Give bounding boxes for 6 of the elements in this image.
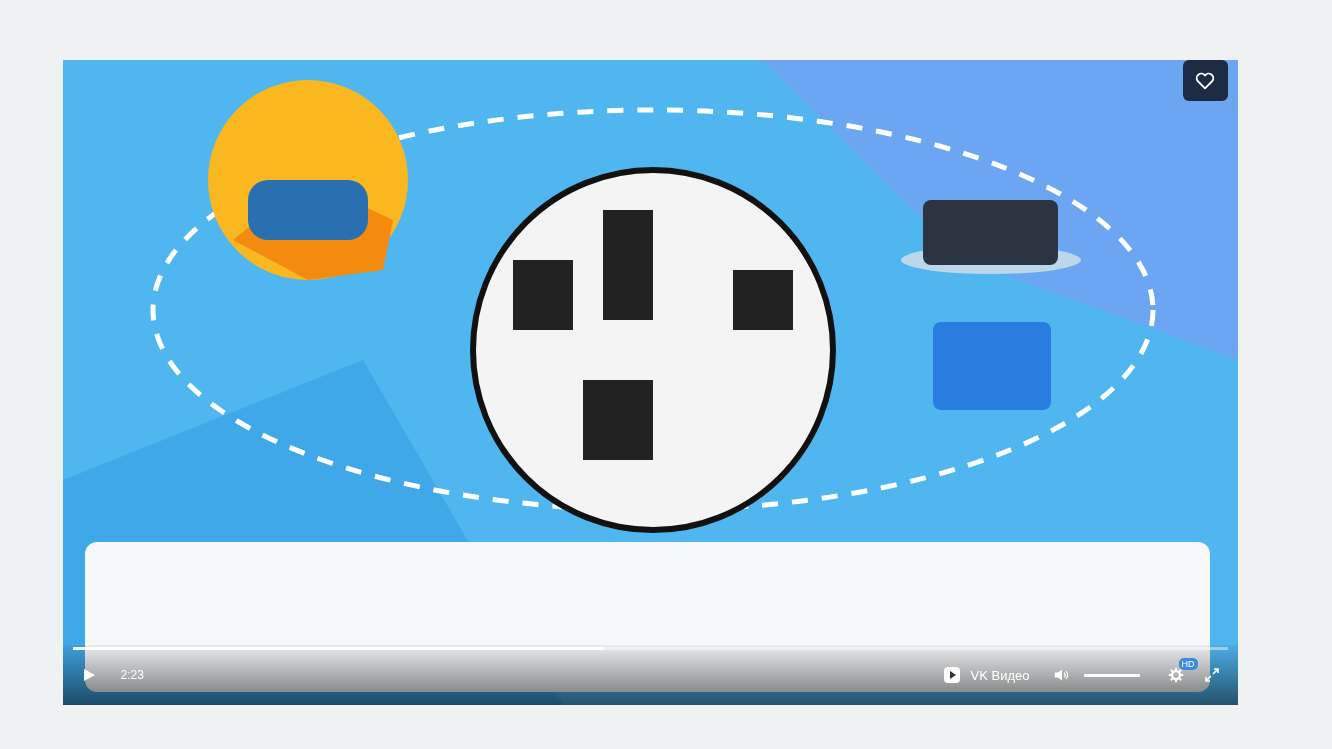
brand-label[interactable]: VK Видео — [970, 667, 1030, 683]
fullscreen-icon[interactable] — [1203, 667, 1220, 683]
like-button[interactable] — [1182, 60, 1228, 101]
settings-icon[interactable] — [1167, 667, 1184, 683]
volume-icon[interactable] — [1053, 667, 1070, 683]
time-label: 2:23 — [120, 668, 144, 682]
